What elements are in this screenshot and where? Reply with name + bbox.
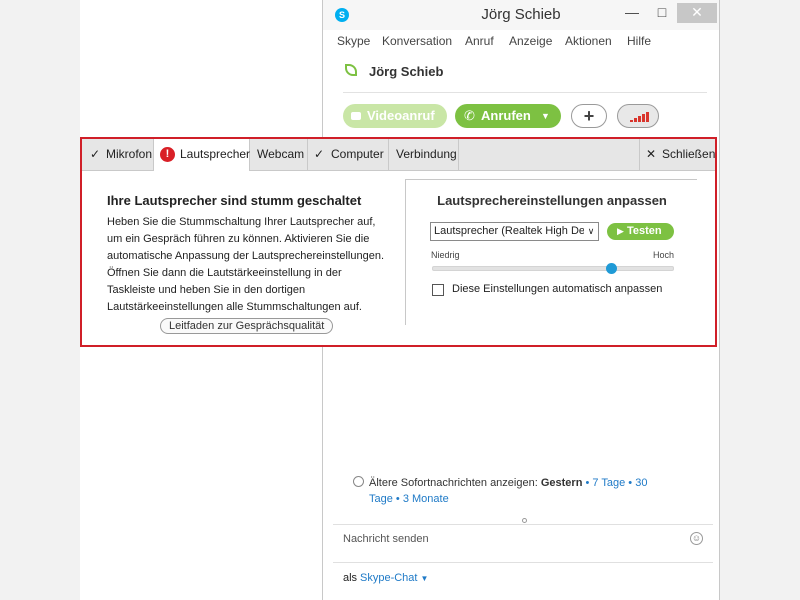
signal-bars-icon (630, 105, 650, 127)
contact-status-icon (345, 64, 357, 76)
chevron-down-icon[interactable]: ▼ (541, 104, 550, 128)
test-button[interactable]: ▶ Testen (607, 223, 674, 240)
message-input[interactable]: Nachricht senden (343, 533, 429, 545)
emoticon-icon[interactable]: ☺ (690, 532, 703, 545)
menu-konversation[interactable]: Konversation (382, 34, 452, 48)
divider (333, 562, 713, 563)
tab-verbindung[interactable]: Verbindung (389, 139, 459, 170)
tab-webcam[interactable]: Webcam (250, 139, 308, 170)
check-icon: ✓ (90, 147, 101, 161)
menu-bar: Skype Konversation Anruf Anzeige Aktione… (323, 32, 719, 50)
minimize-icon[interactable]: — (617, 3, 647, 23)
title-bar[interactable]: S Jörg Schieb — □ ✕ (323, 0, 719, 30)
history-link-3-months[interactable]: 3 Monate (403, 493, 449, 505)
divider (333, 524, 713, 525)
check-icon: ✓ (314, 147, 325, 161)
tab-mikrofon[interactable]: ✓ Mikrofon (82, 139, 154, 170)
call-quality-button[interactable] (617, 104, 659, 128)
chat-mode-dropdown[interactable]: Skype-Chat ▼ (360, 572, 428, 584)
menu-anzeige[interactable]: Anzeige (509, 34, 552, 48)
call-button[interactable]: ✆ Anrufen ▼ (455, 104, 561, 128)
load-indicator (522, 518, 527, 523)
contact-name[interactable]: Jörg Schieb (369, 64, 443, 79)
tab-lautsprecher[interactable]: ! Lautsprecher (154, 139, 250, 171)
clock-icon (353, 476, 364, 487)
close-icon: ✕ (646, 147, 657, 161)
video-call-button[interactable]: Videoanruf (343, 104, 447, 128)
auto-adjust-label[interactable]: Diese Einstellungen automatisch anpassen (452, 283, 662, 295)
video-camera-icon (351, 112, 361, 120)
video-call-label: Videoanruf (367, 108, 435, 123)
volume-high-label: Hoch (653, 250, 675, 260)
phone-icon: ✆ (464, 108, 475, 123)
call-quality-tabs: ✓ Mikrofon ! Lautsprecher Webcam ✓ Compu… (82, 139, 715, 171)
warning-icon: ! (160, 147, 175, 162)
speaker-warning-text: Heben Sie die Stummschaltung Ihrer Lauts… (107, 216, 385, 313)
call-quality-panel: ✓ Mikrofon ! Lautsprecher Webcam ✓ Compu… (80, 137, 717, 347)
history-links: Ältere Sofortnachrichten anzeigen: Geste… (369, 477, 648, 505)
history-prefix: Ältere Sofortnachrichten anzeigen: (369, 477, 538, 489)
close-icon[interactable]: ✕ (677, 3, 717, 23)
send-as-label: als (343, 572, 358, 584)
speaker-warning-heading: Ihre Lautsprecher sind stumm geschaltet (107, 193, 362, 208)
history-link-7-days[interactable]: 7 Tage (592, 477, 625, 489)
menu-aktionen[interactable]: Aktionen (565, 34, 612, 48)
volume-slider-thumb[interactable] (605, 263, 617, 274)
divider (343, 92, 707, 93)
plus-icon: + (583, 106, 595, 126)
close-panel-button[interactable]: ✕ Schließen (639, 139, 715, 170)
volume-low-label: Niedrig (431, 250, 460, 260)
menu-anruf[interactable]: Anruf (465, 34, 494, 48)
speaker-settings-box: Lautsprechereinstellungen anpassen Lauts… (405, 179, 697, 325)
chevron-down-icon: ▼ (420, 574, 429, 583)
tab-computer[interactable]: ✓ Computer (308, 139, 389, 170)
history-current: Gestern (540, 477, 583, 489)
speaker-settings-title: Lautsprechereinstellungen anpassen (437, 193, 667, 208)
menu-hilfe[interactable]: Hilfe (627, 34, 651, 48)
quality-guide-link[interactable]: Leitfaden zur Gesprächsqualität (160, 318, 334, 334)
maximize-icon[interactable]: □ (647, 3, 677, 23)
volume-slider[interactable] (432, 266, 674, 271)
speaker-device-select[interactable]: Lautsprecher (Realtek High De ∨ (430, 222, 599, 241)
auto-adjust-checkbox[interactable] (432, 284, 444, 296)
call-label: Anrufen (481, 108, 531, 123)
chevron-down-icon: ∨ (584, 223, 598, 240)
play-icon: ▶ (617, 226, 624, 236)
menu-skype[interactable]: Skype (337, 34, 370, 48)
add-button[interactable]: + (571, 104, 607, 128)
